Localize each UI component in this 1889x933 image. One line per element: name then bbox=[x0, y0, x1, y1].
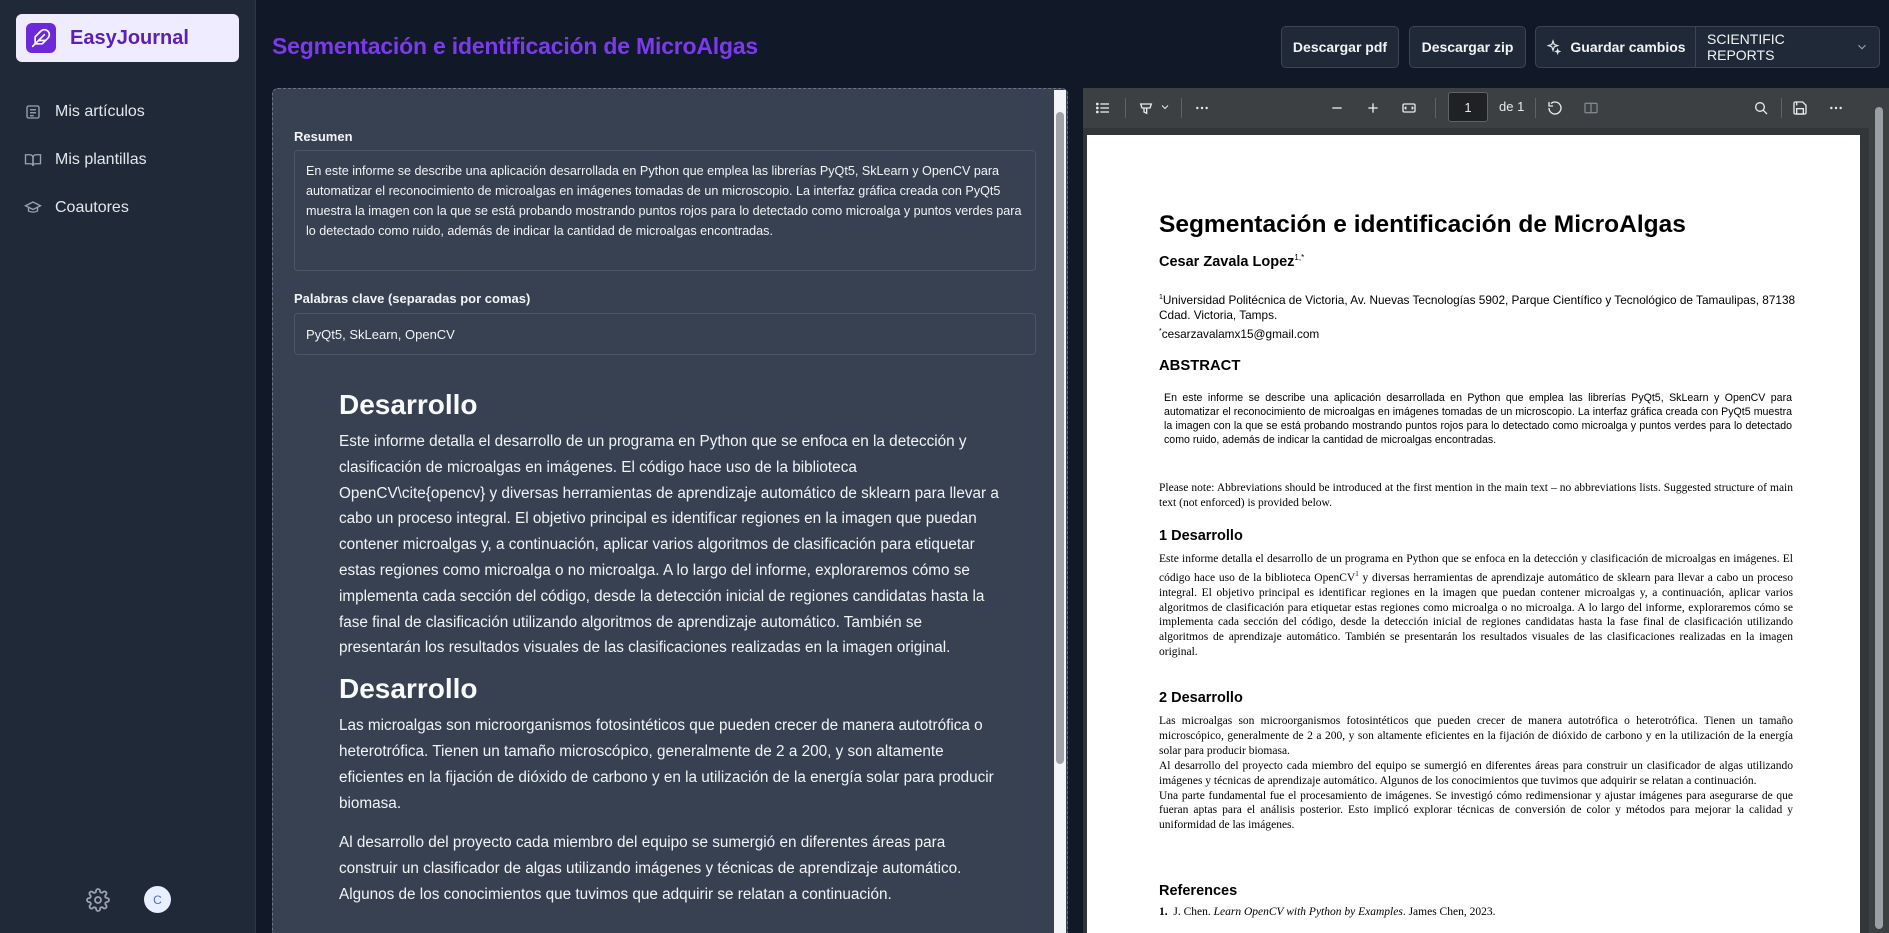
save-journal-group: Guardar cambios SCIENTIFIC REPORTS bbox=[1535, 26, 1880, 68]
section-paragraph: Una parte fundamental fue el procesamien… bbox=[1159, 789, 1793, 832]
section-heading: 1 Desarrollo bbox=[1159, 528, 1243, 544]
page-number-input[interactable]: 1 bbox=[1448, 92, 1488, 122]
app-logo[interactable]: EasyJournal bbox=[16, 14, 239, 62]
summary-label: Resumen bbox=[294, 129, 353, 144]
sparkles-icon bbox=[1546, 39, 1562, 55]
rotate-icon[interactable] bbox=[1547, 100, 1563, 116]
sidebar-item-mis-plantillas[interactable]: Mis plantillas bbox=[24, 136, 147, 184]
page-title: Segmentación e identificación de MicroAl… bbox=[272, 33, 759, 59]
reference-publisher: . James Chen, 2023. bbox=[1402, 906, 1496, 918]
editor-panel: Resumen En este informe se describe una … bbox=[272, 88, 1068, 933]
document-author: Cesar Zavala Lopez1,* bbox=[1159, 253, 1304, 270]
sidebar-item-label: Mis plantillas bbox=[55, 151, 147, 168]
section-paragraph: Al desarrollo del proyecto cada miembro … bbox=[1159, 759, 1793, 787]
section-heading: Desarrollo bbox=[339, 389, 478, 420]
section-body: Las microalgas son microorganismos fotos… bbox=[1159, 714, 1793, 833]
sidebar-item-label: Mis artículos bbox=[55, 103, 145, 120]
sidebar: EasyJournal Mis artículos Mis plantillas… bbox=[0, 0, 256, 933]
reference-item: 1. J. Chen. Learn OpenCV with Python by … bbox=[1159, 906, 1495, 918]
chevron-down-icon bbox=[1858, 44, 1866, 50]
pdf-scrollbar[interactable] bbox=[1869, 88, 1889, 933]
section-paragraph: Al desarrollo del proyecto cada miembro … bbox=[339, 834, 962, 903]
section-paragraph: Las microalgas son microorganismos fotos… bbox=[339, 717, 994, 812]
pdf-scrollbar-thumb[interactable] bbox=[1875, 107, 1883, 929]
sidebar-nav: Mis artículos Mis plantillas Coautores bbox=[24, 88, 147, 232]
author-email: cesarzavalamx15@gmail.com bbox=[1161, 326, 1320, 341]
abstract-text: En este informe se describe una aplicaci… bbox=[1164, 392, 1792, 446]
keywords-input[interactable]: PyQt5, SkLearn, OpenCV bbox=[294, 313, 1036, 355]
section-body: Este informe detalla el desarrollo de un… bbox=[1159, 552, 1793, 660]
more-options-icon[interactable] bbox=[1828, 100, 1844, 116]
abstract-heading: ABSTRACT bbox=[1159, 358, 1241, 374]
journal-select[interactable]: SCIENTIFIC REPORTS bbox=[1696, 27, 1879, 67]
newspaper-icon bbox=[26, 105, 40, 119]
chevron-down-icon[interactable] bbox=[1159, 101, 1171, 113]
zoom-in-icon[interactable] bbox=[1365, 100, 1381, 116]
download-pdf-button[interactable]: Descargar pdf bbox=[1281, 26, 1399, 68]
reference-authors: J. Chen. bbox=[1173, 906, 1211, 918]
section-paragraph: Este informe detalla el desarrollo de un… bbox=[339, 433, 999, 657]
sidebar-footer: C bbox=[86, 886, 171, 913]
save-changes-label: Guardar cambios bbox=[1570, 39, 1686, 55]
sidebar-item-mis-articulos[interactable]: Mis artículos bbox=[24, 88, 147, 136]
highlighter-icon[interactable] bbox=[1138, 100, 1154, 116]
gear-icon[interactable] bbox=[86, 887, 110, 912]
more-options-icon[interactable] bbox=[1194, 100, 1210, 116]
affiliation-text: Universidad Politécnica de Victoria, Av.… bbox=[1159, 292, 1796, 323]
pdf-page: Segmentación e identificación de MicroAl… bbox=[1087, 135, 1860, 933]
references-heading: References bbox=[1159, 883, 1238, 899]
download-zip-button[interactable]: Descargar zip bbox=[1409, 26, 1526, 68]
reference-number: 1. bbox=[1159, 906, 1168, 918]
author-name: Cesar Zavala Lopez bbox=[1159, 253, 1295, 270]
pdf-toolbar: 1 de 1 bbox=[1083, 88, 1869, 128]
reference-title: Learn OpenCV with Python by Examples bbox=[1213, 906, 1403, 918]
summary-textarea[interactable]: En este informe se describe una aplicaci… bbox=[294, 150, 1036, 271]
document-note: Please note: Abbreviations should be int… bbox=[1159, 482, 1793, 509]
outline-list-icon[interactable] bbox=[1095, 100, 1111, 116]
page-count: de 1 bbox=[1499, 99, 1525, 114]
book-icon bbox=[24, 154, 42, 167]
two-page-view-icon bbox=[1584, 102, 1598, 114]
document-title: Segmentación e identificación de MicroAl… bbox=[1159, 211, 1686, 238]
pdf-viewer: 1 de 1 Segmentación e identificación de … bbox=[1083, 88, 1889, 933]
fit-width-icon[interactable] bbox=[1401, 100, 1417, 116]
author-superscript: 1,* bbox=[1294, 253, 1305, 262]
feather-icon bbox=[26, 23, 56, 53]
search-icon[interactable] bbox=[1753, 100, 1769, 116]
save-icon[interactable] bbox=[1792, 100, 1808, 116]
rich-text-editor[interactable]: Desarrollo Este informe detalla el desar… bbox=[339, 389, 999, 916]
app-name: EasyJournal bbox=[70, 26, 189, 49]
section-heading: 2 Desarrollo bbox=[1159, 690, 1243, 706]
sidebar-item-coautores[interactable]: Coautores bbox=[24, 184, 147, 232]
zoom-out-icon[interactable] bbox=[1329, 100, 1345, 116]
save-changes-button[interactable]: Guardar cambios bbox=[1536, 27, 1696, 67]
graduation-cap-icon bbox=[24, 201, 42, 213]
document-affiliation: 1Universidad Politécnica de Victoria, Av… bbox=[1159, 290, 1799, 342]
editor-scrollbar-thumb[interactable] bbox=[1056, 112, 1064, 764]
journal-select-value: SCIENTIFIC REPORTS bbox=[1707, 31, 1785, 63]
section-heading: Desarrollo bbox=[339, 673, 478, 705]
sidebar-item-label: Coautores bbox=[55, 199, 129, 216]
editor-scrollbar[interactable] bbox=[1054, 90, 1066, 933]
section-text: y diversas herramientas de aprendizaje a… bbox=[1159, 571, 1794, 659]
avatar[interactable]: C bbox=[144, 886, 171, 913]
section-paragraph: Las microalgas son microorganismos fotos… bbox=[1159, 715, 1793, 757]
keywords-label: Palabras clave (separadas por comas) bbox=[294, 291, 531, 306]
